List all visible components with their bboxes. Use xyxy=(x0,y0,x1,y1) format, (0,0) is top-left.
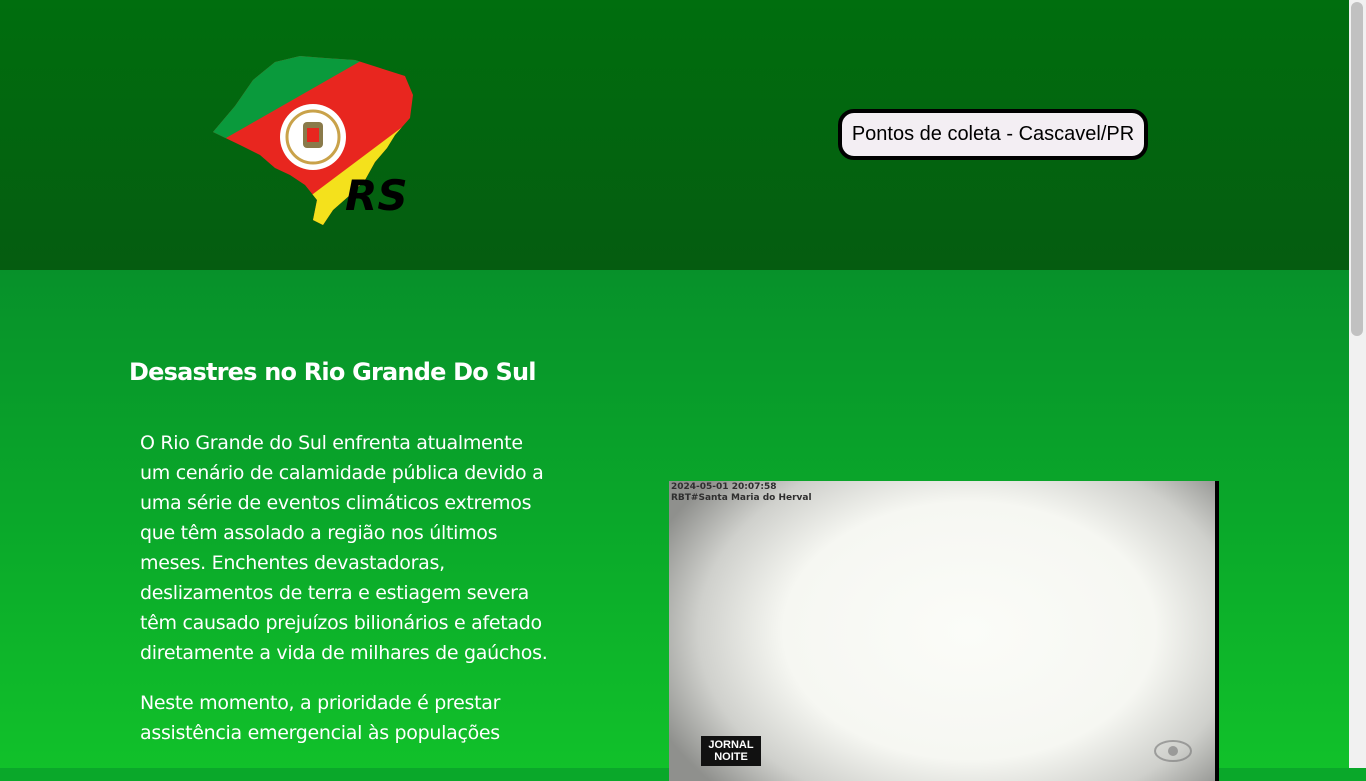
channel-logo-line2: NOITE xyxy=(714,751,748,763)
collection-points-button[interactable]: Pontos de coleta - Cascavel/PR xyxy=(838,109,1148,160)
vertical-scrollbar[interactable] xyxy=(1349,0,1366,768)
paragraph-1: O Rio Grande do Sul enfrenta atualmente … xyxy=(140,432,548,664)
rs-state-logo: RS xyxy=(213,56,413,225)
logo-text: RS xyxy=(345,171,408,220)
broadcaster-eye-icon xyxy=(1154,740,1192,762)
channel-logo-line1: JORNAL xyxy=(708,739,754,751)
video-timestamp: 2024-05-01 20:07:58 xyxy=(671,482,777,492)
video-player[interactable]: 2024-05-01 20:07:58 RBT#Santa Maria do H… xyxy=(669,481,1219,781)
collection-points-label: Pontos de coleta - Cascavel/PR xyxy=(851,123,1135,145)
paragraph-2: Neste momento, a prioridade é prestar as… xyxy=(140,692,501,744)
page-title: Desastres no Rio Grande Do Sul xyxy=(129,358,536,386)
channel-logo: JORNAL NOITE xyxy=(701,736,761,766)
camera-label: RBT#Santa Maria do Herval xyxy=(671,493,812,503)
article-text: O Rio Grande do Sul enfrenta atualmente … xyxy=(140,428,552,768)
scrollbar-thumb[interactable] xyxy=(1351,2,1363,336)
site-header: RS Pontos de coleta - Cascavel/PR xyxy=(0,0,1349,270)
video-overlay: 2024-05-01 20:07:58 RBT#Santa Maria do H… xyxy=(671,482,812,504)
main-content: Desastres no Rio Grande Do Sul O Rio Gra… xyxy=(0,270,1349,781)
